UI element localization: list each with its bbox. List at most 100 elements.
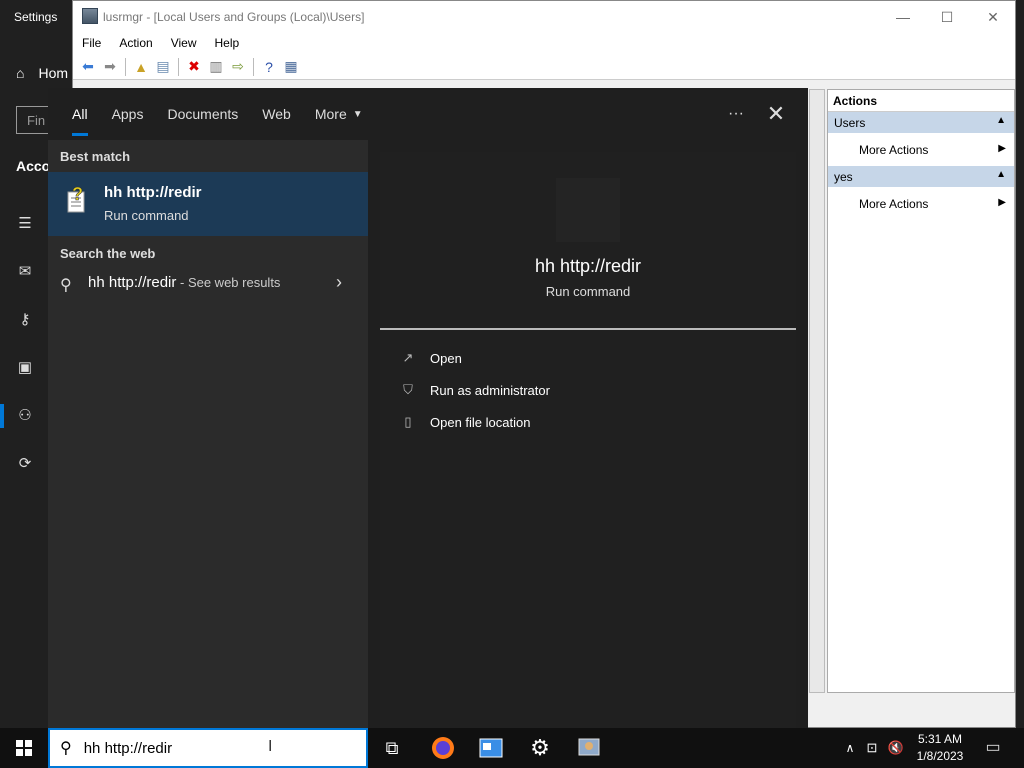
file-location-icon: ▯ [404,414,412,429]
mail-icon[interactable]: ✉ [14,260,36,282]
toolbar-separator [125,57,126,76]
action-open-file-location[interactable]: ▯ Open file location [400,410,700,434]
actions-group-users[interactable]: Users ▲ [828,112,1014,134]
user-info-icon[interactable]: ☰ [14,212,36,234]
web-suffix: - See web results [176,275,281,290]
action-run-as-admin[interactable]: ⛉ Run as administrator [400,378,700,402]
more-actions-label: More Actions [859,197,929,211]
best-match-item[interactable]: ? hh http://redir Run command [48,172,368,236]
more-options-icon[interactable]: ··· [724,102,748,126]
more-actions-item[interactable]: More Actions ▶ [828,134,1014,166]
settings-title: Settings [14,10,58,24]
action-pane-icon[interactable]: ▦ [282,58,300,76]
briefcase-icon[interactable]: ▣ [14,356,36,378]
maximize-icon[interactable]: ☐ [937,7,957,27]
clock-date: 1/8/2023 [916,749,964,763]
web-header: Search the web [60,246,156,261]
home-label: Hom [38,65,69,81]
menu-file[interactable]: File [73,36,110,50]
volume-muted-icon[interactable]: 🔇 [882,734,910,762]
collapse-icon[interactable]: ▲ [996,169,1006,180]
sync-icon[interactable]: ⟳ [14,452,36,474]
minimize-icon[interactable]: — [893,7,913,27]
key-icon[interactable]: ⚷ [14,308,36,330]
task-view-icon[interactable]: ⧉ [378,734,406,762]
preview-app-icon [556,178,620,242]
settings-home[interactable]: ⌂ Hom [16,64,76,82]
tab-web[interactable]: Web [250,88,303,140]
windows-logo-icon [16,740,32,756]
menu-help[interactable]: Help [206,36,249,50]
home-icon: ⌂ [16,65,25,81]
search-icon: ⚲ [60,740,72,757]
help-file-icon: ? [67,186,85,213]
clock-time: 5:31 AM [917,732,963,746]
actions-group-yes[interactable]: yes ▲ [828,166,1014,188]
tab-apps[interactable]: Apps [100,88,156,140]
actions-pane: Actions Users ▲ More Actions ▶ yes ▲ Mor… [827,89,1015,693]
back-icon[interactable]: ⬅ [79,58,97,76]
more-actions-item[interactable]: More Actions ▶ [828,188,1014,220]
close-window-icon[interactable]: ✕ [983,7,1003,27]
search-panel: All Apps Documents Web More ▼ ··· ✕ Best… [48,88,808,728]
toolbar: ⬅ ➡ ▲ ▤ ✖ ▥ ⇨ ? ▦ [73,54,1015,80]
export-icon[interactable]: ⇨ [229,58,247,76]
delete-icon[interactable]: ✖ [185,58,203,76]
settings-gear-icon[interactable]: ⚙ [526,734,554,762]
taskbar-search-box[interactable]: ⚲ hh http://redir I [48,728,368,768]
lusrmgr-title: lusrmgr - [Local Users and Groups (Local… [103,9,365,24]
submenu-arrow-icon: ▶ [998,197,1006,208]
firefox-icon[interactable] [429,734,457,762]
web-result-text: hh http://redir - See web results [88,274,280,291]
lusrmgr-app-icon [82,8,98,24]
action-open-label: Open [430,350,462,366]
selection-indicator [0,404,4,428]
tab-more[interactable]: More ▼ [303,88,375,140]
preview-subtitle: Run command [545,284,631,299]
text-cursor-icon: I [268,738,273,755]
control-panel-icon[interactable] [477,734,505,762]
tab-more-label: More [314,106,347,122]
forward-icon[interactable]: ➡ [101,58,119,76]
tab-all[interactable]: All [60,88,100,140]
chevron-down-icon: ▼ [352,108,363,120]
scrollbar[interactable] [809,89,825,693]
chevron-right-icon[interactable]: › [336,272,342,293]
taskbar: ⚲ hh http://redir I ⧉ ⚙ ∧ ⊡ 🔇 5:31 AM 1/… [0,728,1024,768]
svg-text:?: ? [72,186,83,204]
settings-section-title: Acco [16,158,51,174]
menu-view[interactable]: View [162,36,206,50]
start-button[interactable] [0,728,48,768]
more-actions-label: More Actions [859,143,929,157]
help-icon[interactable]: ? [260,58,278,76]
up-folder-icon[interactable]: ▲ [132,58,150,76]
family-users-icon[interactable]: ⚇ [14,404,36,426]
web-query: hh http://redir [88,274,177,291]
toolbar-separator [253,57,254,76]
best-match-name: hh http://redir [104,184,202,201]
action-open-file-location-label: Open file location [430,414,531,430]
lusrmgr-taskbar-icon[interactable] [575,734,603,762]
action-open[interactable]: ↗ Open [400,346,700,370]
best-match-header: Best match [60,149,131,164]
menu-bar: File Action View Help [73,32,1015,54]
clock[interactable]: 5:31 AM 1/8/2023 [908,731,972,765]
menu-action[interactable]: Action [110,36,161,50]
notification-icon[interactable]: ▭ [982,736,1004,758]
lusrmgr-titlebar: lusrmgr - [Local Users and Groups (Local… [73,1,1015,32]
preview-pane: hh http://redir Run command ↗ Open ⛉ Run… [380,152,796,728]
preview-title: hh http://redir [534,256,642,276]
web-result-item[interactable]: ⚲ hh http://redir - See web results › [48,266,368,302]
collapse-icon[interactable]: ▲ [996,115,1006,126]
show-tree-icon[interactable]: ▤ [154,58,172,76]
tab-documents[interactable]: Documents [155,88,250,140]
toolbar-separator [178,57,179,76]
taskbar-search-input[interactable]: hh http://redir [84,740,172,757]
actions-header: Actions [828,90,1014,112]
actions-group-label: Users [834,116,866,130]
best-match-type: Run command [104,208,189,223]
actions-group-label: yes [834,170,853,184]
properties-icon[interactable]: ▥ [207,58,225,76]
close-icon[interactable]: ✕ [764,101,788,126]
action-run-as-admin-label: Run as administrator [430,382,550,398]
